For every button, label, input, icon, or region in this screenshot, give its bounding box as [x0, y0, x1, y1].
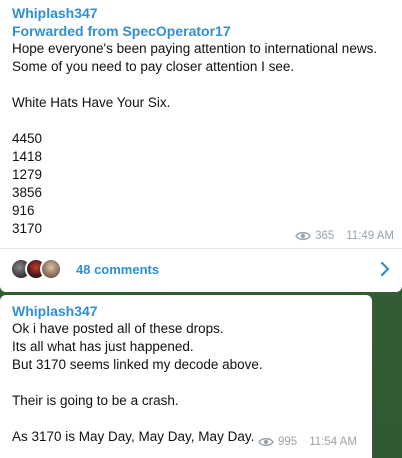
comments-label[interactable]: 48 comments: [76, 262, 159, 277]
message-line: Their is going to be a crash.: [12, 393, 179, 408]
comments-button[interactable]: 48 comments: [0, 250, 402, 288]
message-text: Ok i have posted all of these drops. Its…: [12, 320, 360, 446]
message-line: 1418: [12, 149, 43, 164]
message-bubble-forwarded[interactable]: Whiplash347 Forwarded from SpecOperator1…: [0, 0, 402, 292]
message-line: Ok i have posted all of these drops.: [12, 321, 224, 336]
commenter-avatars: [10, 258, 62, 280]
message-line: 1279: [12, 167, 43, 182]
view-count: 995: [278, 436, 298, 448]
message-line: Its all what has just happened.: [12, 339, 194, 354]
message-line: Some of you need to pay closer attention…: [12, 59, 295, 74]
avatar: [40, 258, 62, 280]
message-line: 916: [12, 203, 35, 218]
message-line: 3856: [12, 185, 43, 200]
message-line: But 3170 seems linked my decode above.: [12, 357, 263, 372]
message-meta: 995 11:54 AM: [258, 436, 357, 448]
sender-name[interactable]: Whiplash347: [12, 4, 390, 22]
message-time: 11:54 AM: [309, 436, 357, 448]
message-line: White Hats Have Your Six.: [12, 95, 171, 110]
view-count: 365: [315, 230, 335, 242]
message-time: 11:49 AM: [346, 230, 394, 242]
chevron-right-icon[interactable]: [380, 261, 390, 277]
message-bubble[interactable]: Whiplash347 Ok i have posted all of thes…: [0, 295, 372, 458]
divider: [0, 248, 402, 249]
message-text: Hope everyone's been paying attention to…: [12, 40, 390, 238]
message-line: 4450: [12, 131, 43, 146]
eye-icon: [295, 231, 311, 241]
eye-icon: [258, 437, 274, 447]
message-line: Hope everyone's been paying attention to…: [12, 41, 378, 56]
message-meta: 365 11:49 AM: [295, 230, 394, 242]
sender-name[interactable]: Whiplash347: [12, 302, 360, 320]
forwarded-from-label[interactable]: Forwarded from SpecOperator17: [12, 22, 390, 40]
